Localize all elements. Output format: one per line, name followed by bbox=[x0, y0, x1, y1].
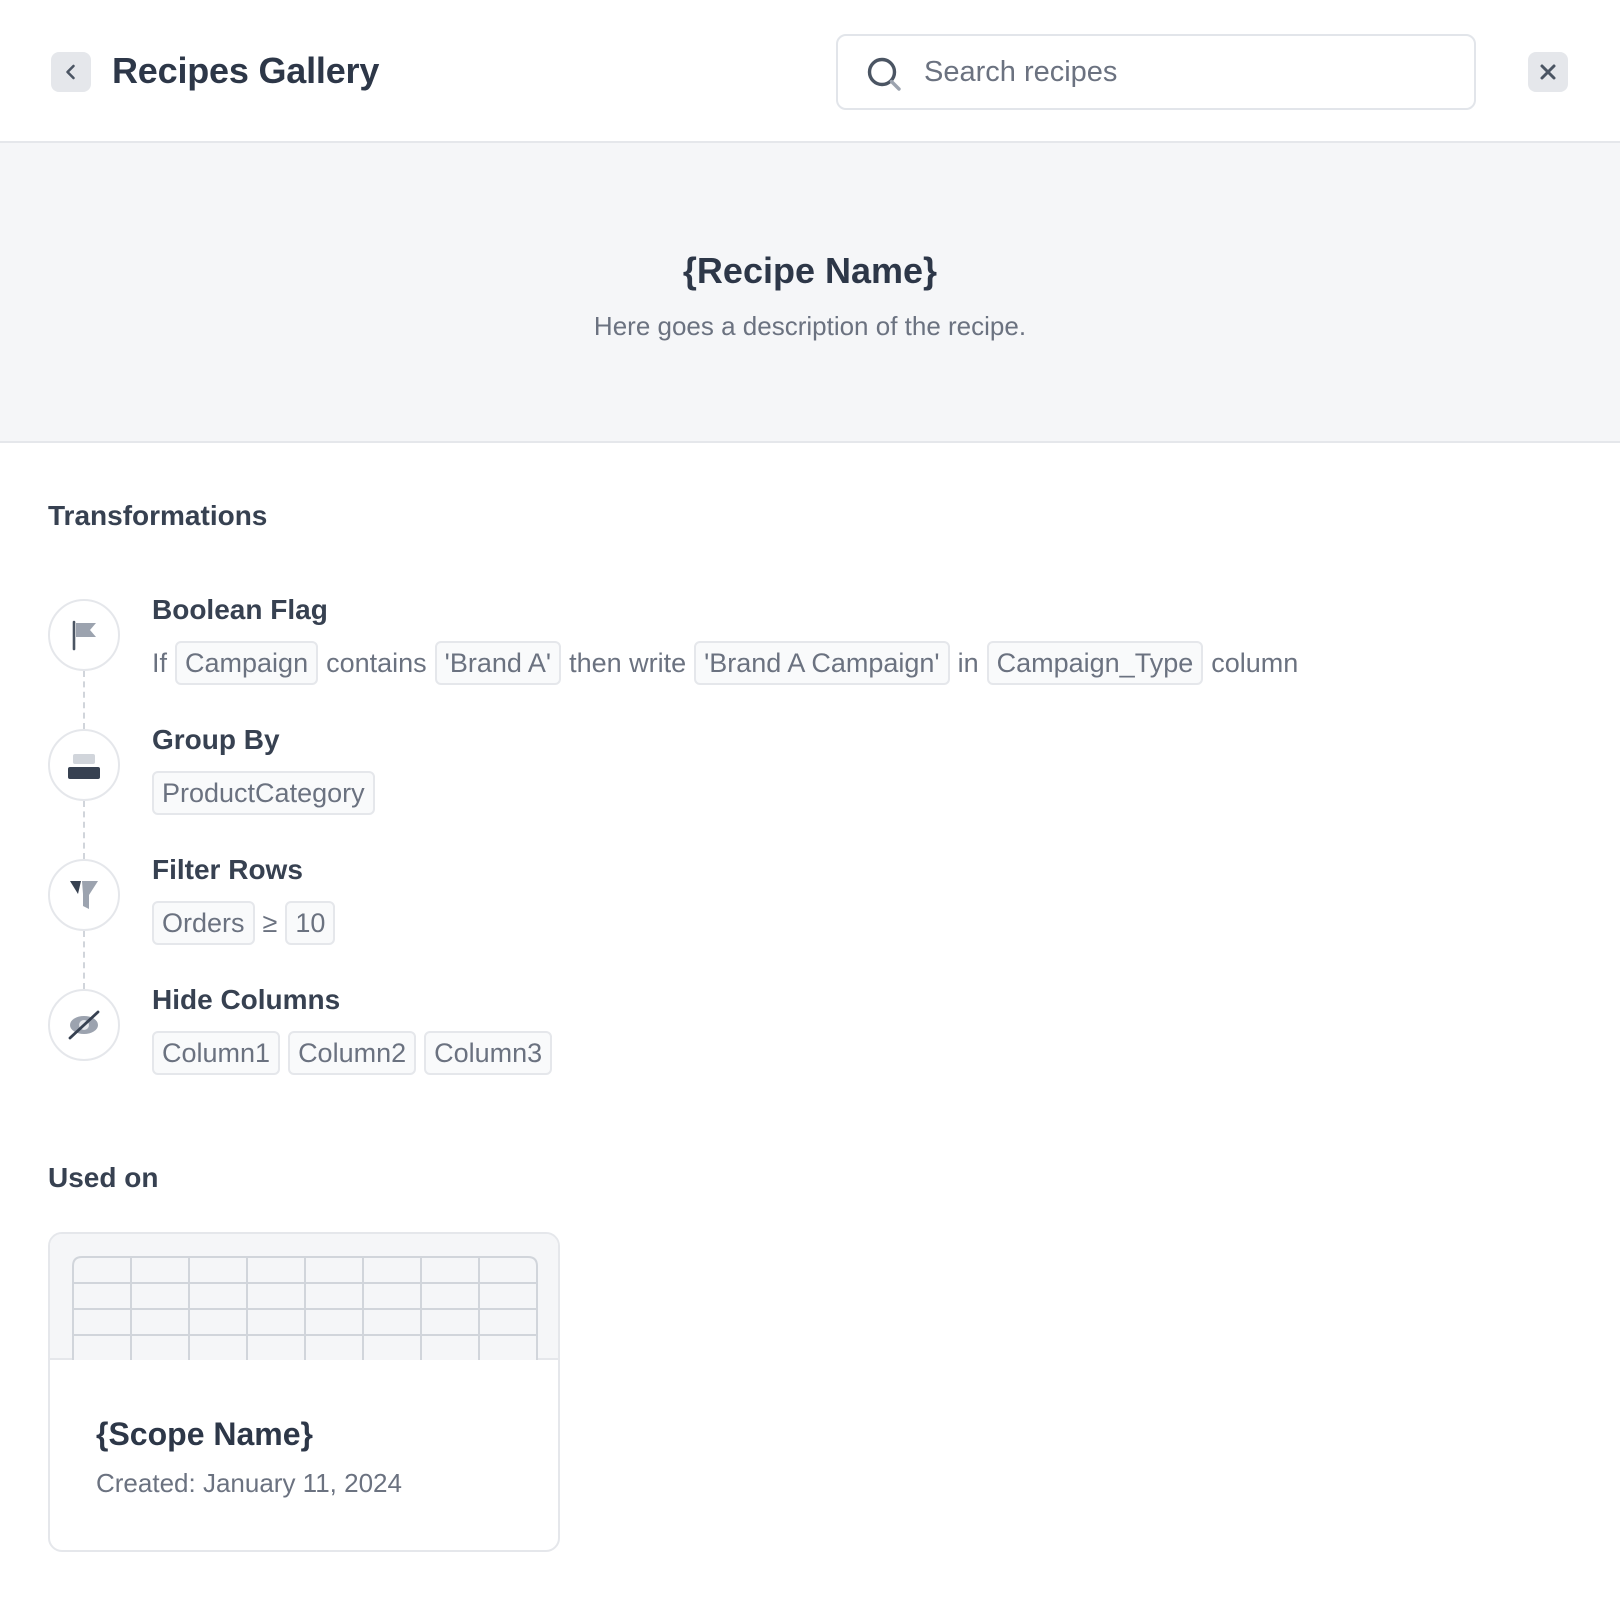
step-icon-boolean-flag bbox=[48, 599, 120, 671]
value-chip: 10 bbox=[285, 901, 336, 945]
value-chip: 'Brand A' bbox=[434, 641, 562, 685]
column-chip: Column2 bbox=[288, 1031, 417, 1075]
eye-off-icon bbox=[68, 1010, 100, 1040]
scope-preview bbox=[50, 1234, 558, 1360]
operator-text: ≥ bbox=[262, 907, 278, 938]
header: Recipes Gallery bbox=[0, 0, 1620, 143]
column-chip: Campaign_Type bbox=[986, 641, 1204, 685]
scope-name: {Scope Name} bbox=[96, 1416, 313, 1452]
flag-icon bbox=[72, 620, 96, 651]
page-title: Recipes Gallery bbox=[112, 50, 380, 91]
search-icon bbox=[867, 57, 901, 91]
chevron-left-icon bbox=[66, 64, 75, 80]
scope-created-date: Created: January 11, 2024 bbox=[96, 1468, 402, 1498]
value-chip: 'Brand A Campaign' bbox=[694, 641, 950, 685]
column-chip: ProductCategory bbox=[152, 771, 375, 815]
group-icon bbox=[68, 754, 100, 779]
step-body-filter-rows: Orders ≥ 10 bbox=[152, 901, 336, 945]
recipe-hero: {Recipe Name} Here goes a description of… bbox=[0, 143, 1620, 443]
column-chip: Orders bbox=[152, 901, 255, 945]
step-text: column bbox=[1211, 647, 1299, 678]
recipe-name: {Recipe Name} bbox=[682, 250, 938, 291]
step-text: then write bbox=[569, 647, 687, 678]
column-chip: Column3 bbox=[424, 1031, 553, 1075]
scope-card[interactable]: {Scope Name} Created: January 11, 2024 bbox=[48, 1232, 560, 1552]
column-chip: Column1 bbox=[152, 1031, 281, 1075]
step-body-hide-columns: Column1 Column2 Column3 bbox=[152, 1031, 553, 1075]
step-connector bbox=[83, 801, 85, 859]
step-connector bbox=[83, 931, 85, 989]
filter-icon bbox=[70, 881, 98, 909]
step-title-boolean-flag: Boolean Flag bbox=[152, 594, 328, 625]
step-text: in bbox=[957, 647, 979, 678]
recipe-description: Here goes a description of the recipe. bbox=[593, 311, 1027, 341]
search-box[interactable] bbox=[836, 34, 1476, 110]
back-button[interactable] bbox=[51, 52, 91, 92]
used-on-heading: Used on bbox=[48, 1162, 159, 1193]
close-button[interactable] bbox=[1528, 52, 1568, 92]
step-text: contains bbox=[326, 647, 427, 678]
step-icon-group-by bbox=[48, 729, 120, 801]
recipe-detail-page: Recipes Gallery {Recipe Name} Here goes … bbox=[0, 0, 1620, 1621]
step-icon-filter-rows bbox=[48, 859, 120, 931]
table-grid-icon bbox=[72, 1256, 538, 1360]
transformations-heading: Transformations bbox=[48, 500, 268, 531]
search-input[interactable] bbox=[924, 36, 1454, 108]
close-icon bbox=[1540, 64, 1556, 80]
step-title-filter-rows: Filter Rows bbox=[152, 854, 303, 885]
step-icon-hide-columns bbox=[48, 989, 120, 1061]
step-text: If bbox=[152, 647, 168, 678]
column-chip: Campaign bbox=[175, 641, 319, 685]
step-body-boolean-flag: If Campaign contains 'Brand A' then writ… bbox=[152, 641, 1298, 685]
step-title-hide-columns: Hide Columns bbox=[152, 984, 341, 1015]
step-body-group-by: ProductCategory bbox=[152, 771, 375, 815]
step-connector bbox=[83, 671, 85, 729]
step-title-group-by: Group By bbox=[152, 724, 280, 755]
